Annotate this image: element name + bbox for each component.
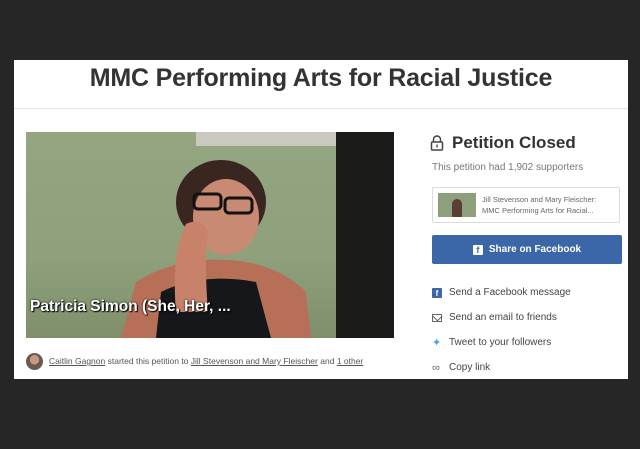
email-icon — [432, 313, 442, 322]
twitter-icon: ✦ — [432, 336, 442, 349]
recipients-link[interactable]: Jill Stevenson and Mary Fleischer — [191, 356, 318, 366]
petition-page: MMC Performing Arts for Racial Justice P… — [14, 60, 628, 379]
share-on-facebook-button[interactable]: f Share on Facebook — [432, 235, 622, 264]
facebook-icon: f — [472, 244, 483, 255]
copy-link[interactable]: ∞ Copy link — [432, 355, 571, 379]
share-preview-line2: MMC Performing Arts for Racial... — [482, 206, 594, 215]
petition-status: Petition Closed — [430, 133, 576, 153]
facebook-icon: f — [432, 287, 442, 298]
share-on-facebook-label: Share on Facebook — [488, 244, 582, 255]
tweet-link[interactable]: ✦ Tweet to your followers — [432, 330, 571, 355]
lock-icon — [430, 135, 444, 151]
header-divider — [14, 108, 628, 109]
starter-author-link[interactable]: Caitlin Gagnon — [49, 356, 105, 366]
video-caption: Patricia Simon (She, Her, ... — [30, 298, 231, 315]
link-icon: ∞ — [432, 361, 440, 374]
share-option-label: Send a Facebook message — [449, 287, 571, 298]
share-preview-card: Jill Stevenson and Mary Fleischer: MMC P… — [432, 187, 620, 223]
share-options-list: f Send a Facebook message Send an email … — [432, 280, 571, 379]
send-email-link[interactable]: Send an email to friends — [432, 305, 571, 330]
other-recipient-link[interactable]: 1 other — [337, 356, 363, 366]
status-label: Petition Closed — [452, 133, 576, 152]
starter-and-text: and — [320, 356, 335, 366]
share-option-label: Copy link — [449, 362, 491, 373]
share-preview-line1: Jill Stevenson and Mary Fleischer: — [482, 195, 597, 204]
supporters-count-text: This petition had 1,902 supporters — [432, 162, 584, 173]
send-facebook-message-link[interactable]: f Send a Facebook message — [432, 280, 571, 305]
page-title: MMC Performing Arts for Racial Justice — [89, 64, 553, 92]
petition-video[interactable]: Patricia Simon (She, Her, ... — [26, 132, 394, 338]
avatar — [26, 352, 43, 370]
share-option-label: Tweet to your followers — [449, 337, 552, 348]
starter-text: started this petition to — [107, 356, 189, 366]
share-preview-thumbnail — [438, 193, 476, 217]
share-option-label: Send an email to friends — [449, 312, 557, 323]
petition-starter-line: Caitlin Gagnon started this petition to … — [26, 350, 406, 372]
